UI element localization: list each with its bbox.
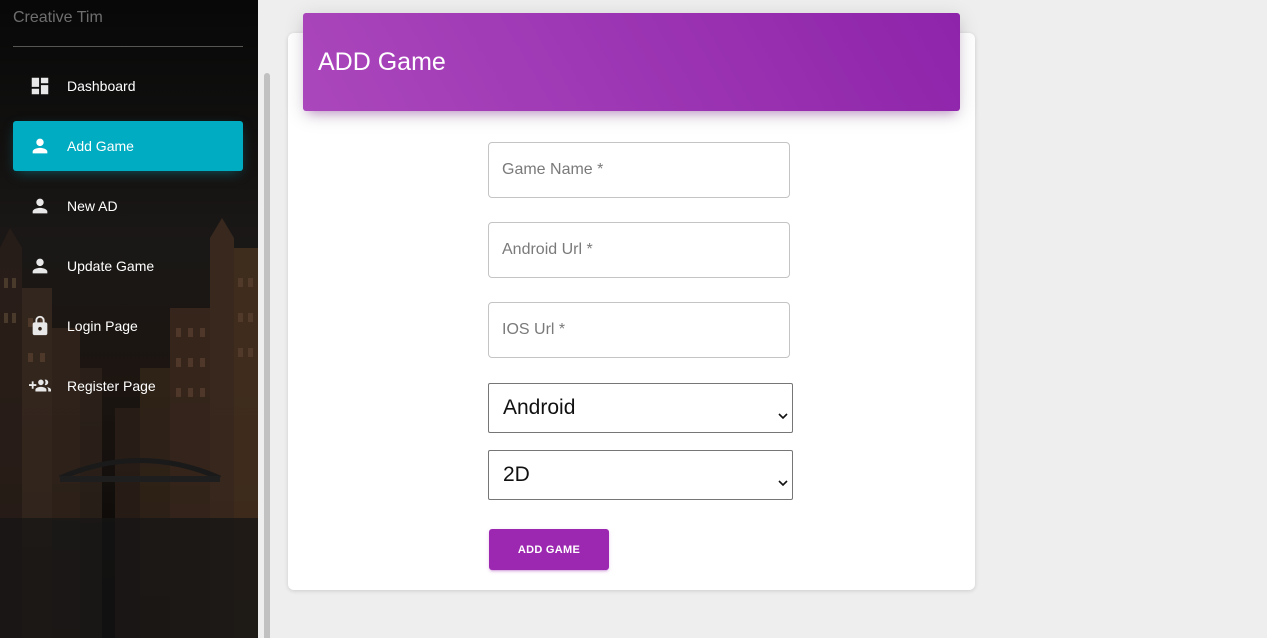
chevron-down-icon [778, 403, 788, 420]
sidebar-item-update-game[interactable]: Update Game [13, 241, 243, 291]
person-icon [28, 194, 52, 218]
dimension-select[interactable]: 2D [488, 450, 793, 500]
ios-url-input[interactable] [488, 302, 790, 358]
sidebar-item-label: Add Game [67, 138, 134, 154]
group-add-icon [28, 374, 52, 398]
sidebar-item-label: Login Page [67, 318, 138, 334]
person-icon [28, 254, 52, 278]
add-game-button[interactable]: ADD GAME [489, 529, 609, 570]
dimension-select-value: 2D [503, 463, 530, 486]
sidebar-item-login-page[interactable]: Login Page [13, 301, 243, 351]
sidebar-scrollbar-thumb[interactable] [264, 73, 270, 638]
sidebar-item-new-ad[interactable]: New AD [13, 181, 243, 231]
card-header: ADD Game [303, 13, 960, 111]
sidebar: Creative Tim Dashboard Add Game New AD U… [0, 0, 258, 638]
sidebar-item-label: Register Page [67, 378, 156, 394]
sidebar-item-label: Dashboard [67, 78, 136, 94]
sidebar-item-label: New AD [67, 198, 118, 214]
chevron-down-icon [778, 470, 788, 487]
sidebar-item-dashboard[interactable]: Dashboard [13, 61, 243, 111]
android-url-input[interactable] [488, 222, 790, 278]
sidebar-nav: Dashboard Add Game New AD Update Game Lo… [13, 61, 243, 421]
person-icon [28, 134, 52, 158]
sidebar-item-register-page[interactable]: Register Page [13, 361, 243, 411]
sidebar-divider [13, 46, 243, 47]
platform-select-value: Android [503, 396, 576, 419]
sidebar-item-label: Update Game [67, 258, 155, 274]
platform-select[interactable]: Android [488, 383, 793, 433]
sidebar-item-add-game[interactable]: Add Game [13, 121, 243, 171]
lock-icon [28, 314, 52, 338]
brand-logo-text[interactable]: Creative Tim [13, 9, 103, 27]
page-title: ADD Game [318, 47, 446, 76]
dashboard-icon [28, 74, 52, 98]
game-name-input[interactable] [488, 142, 790, 198]
